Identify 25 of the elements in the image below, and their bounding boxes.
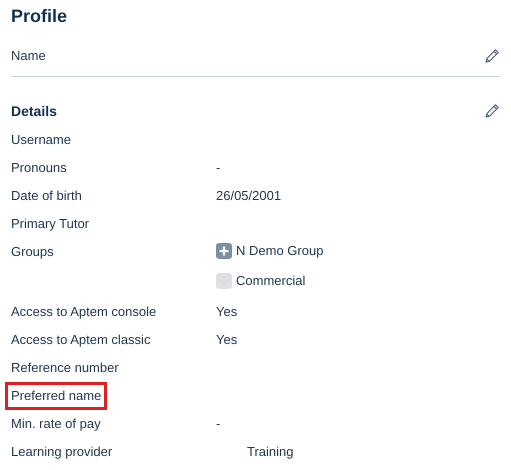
field-label: Date of birth [10, 187, 83, 205]
field-label: Preferred name [5, 382, 108, 410]
field-value: Yes [216, 332, 238, 348]
edit-icon[interactable] [484, 103, 500, 119]
field-label: Min. rate of pay [10, 415, 102, 433]
field-label: Primary Tutor [10, 215, 90, 233]
field-label: Access to Aptem classic [10, 331, 152, 349]
section-title: Details [11, 103, 57, 119]
field-label: Access to Aptem console [10, 303, 158, 321]
field-value: Training [247, 444, 294, 460]
field-label: Learning provider [10, 443, 114, 461]
group-name: N Demo Group [236, 243, 324, 259]
field-value: 26/05/2001 [216, 188, 282, 204]
page-title: Profile [11, 5, 68, 28]
field-label: Name [11, 48, 46, 64]
group-name: Commercial [236, 273, 306, 289]
field-label: Pronouns [10, 159, 68, 177]
field-label: Groups [10, 243, 55, 261]
plus-icon[interactable] [216, 243, 232, 259]
field-label: Reference number [10, 359, 120, 377]
field-value: - [216, 416, 220, 432]
field-value: - [216, 160, 220, 176]
field-value: Yes [216, 304, 238, 320]
field-label: Username [10, 131, 72, 149]
edit-icon[interactable] [484, 48, 500, 64]
